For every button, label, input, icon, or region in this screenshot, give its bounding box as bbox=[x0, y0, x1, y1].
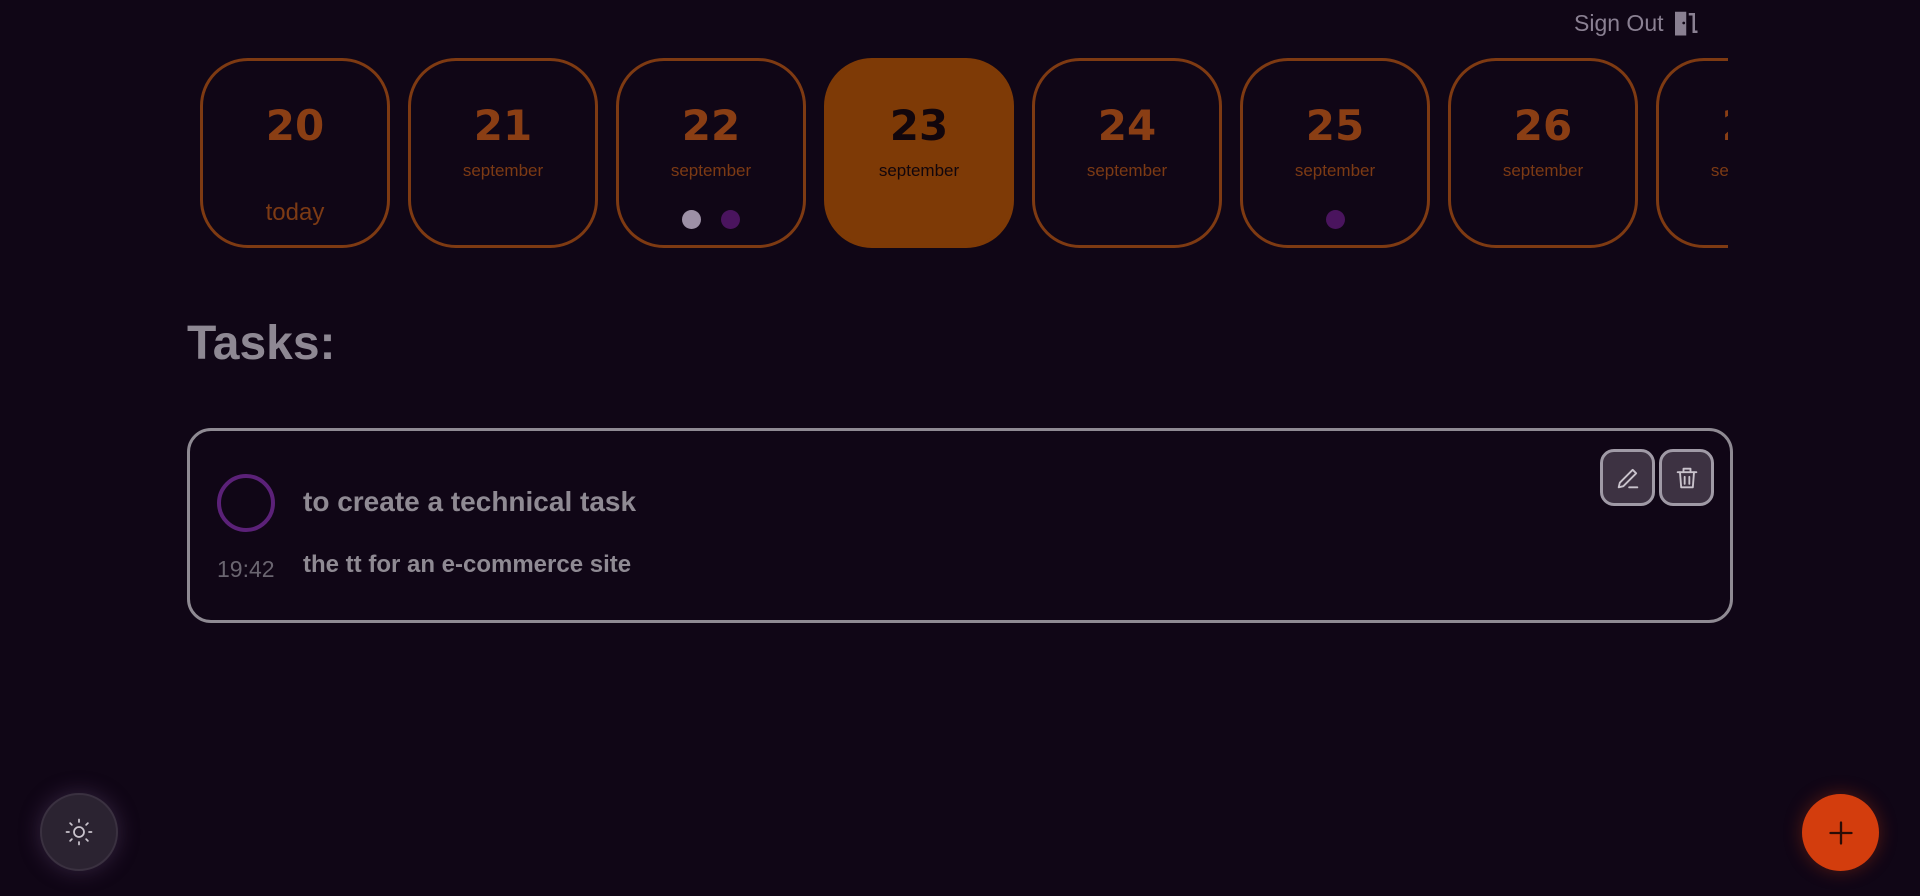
edit-task-button[interactable] bbox=[1600, 449, 1655, 506]
task-card: to create a technical task 19:42 the tt … bbox=[187, 428, 1733, 623]
day-card-26[interactable]: 26 september bbox=[1448, 58, 1638, 248]
task-indicator-dots bbox=[619, 210, 803, 229]
add-task-button[interactable] bbox=[1802, 794, 1879, 871]
day-month: september bbox=[1502, 161, 1584, 180]
task-dot bbox=[1325, 210, 1345, 229]
task-dot bbox=[721, 210, 740, 229]
day-number: 22 bbox=[681, 101, 741, 150]
day-number: 21 bbox=[473, 101, 533, 150]
plus-icon bbox=[1828, 820, 1853, 845]
day-card-25[interactable]: 25 september bbox=[1240, 58, 1430, 248]
pencil-icon bbox=[1617, 468, 1638, 488]
delete-task-button[interactable] bbox=[1659, 449, 1714, 506]
day-number: 27 bbox=[1659, 101, 1728, 150]
tasks-heading: Tasks: bbox=[187, 317, 336, 370]
task-title: to create a technical task bbox=[303, 486, 637, 517]
task-indicator-dots bbox=[1243, 210, 1427, 229]
day-month: september bbox=[670, 161, 752, 180]
day-card-20[interactable]: 20 today bbox=[200, 58, 390, 248]
sign-out-label: Sign Out bbox=[1574, 9, 1664, 36]
task-complete-checkbox[interactable] bbox=[217, 474, 275, 532]
sign-out-button[interactable]: Sign Out bbox=[1574, 8, 1700, 38]
day-month: september bbox=[878, 161, 960, 180]
sun-icon bbox=[65, 818, 93, 846]
door-exit-icon bbox=[1674, 11, 1697, 36]
day-number: 26 bbox=[1513, 101, 1573, 150]
day-strip: 20 today 21 september 22 september 23 se… bbox=[200, 58, 1728, 250]
day-number: 23 bbox=[889, 101, 949, 150]
day-card-21[interactable]: 21 september bbox=[408, 58, 598, 248]
task-description: the tt for an e-commerce site bbox=[303, 551, 632, 578]
theme-toggle-button[interactable] bbox=[40, 793, 118, 871]
day-card-24[interactable]: 24 september bbox=[1032, 58, 1222, 248]
trash-icon bbox=[1676, 467, 1697, 488]
day-card-27[interactable]: 27 september bbox=[1656, 58, 1728, 248]
day-month: september bbox=[1086, 161, 1168, 180]
day-number: 24 bbox=[1097, 101, 1157, 150]
day-label-today: today bbox=[265, 199, 325, 226]
day-month: september bbox=[1294, 161, 1376, 180]
task-dot bbox=[682, 210, 701, 229]
day-month: september bbox=[1710, 161, 1728, 180]
task-time: 19:42 bbox=[217, 556, 275, 582]
day-card-23-selected[interactable]: 23 september bbox=[824, 58, 1014, 248]
day-number: 25 bbox=[1305, 101, 1365, 150]
day-number: 20 bbox=[265, 101, 325, 150]
day-card-22[interactable]: 22 september bbox=[616, 58, 806, 248]
day-month: september bbox=[462, 161, 544, 180]
